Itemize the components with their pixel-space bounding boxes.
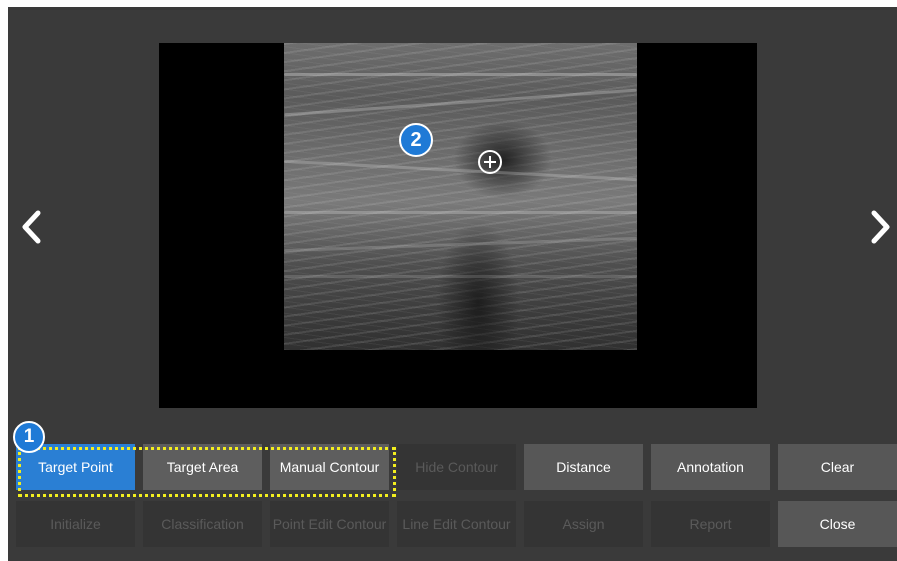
annotation-button[interactable]: Annotation xyxy=(651,444,770,490)
target-area-button[interactable]: Target Area xyxy=(143,444,262,490)
close-button[interactable]: Close xyxy=(778,501,897,547)
tissue-layer xyxy=(284,275,637,278)
chevron-right-icon[interactable] xyxy=(866,207,894,247)
line-edit-contour-button[interactable]: Line Edit Contour xyxy=(397,501,516,547)
point-edit-contour-button[interactable]: Point Edit Contour xyxy=(270,501,389,547)
tissue-layer xyxy=(284,159,637,182)
hide-contour-button[interactable]: Hide Contour xyxy=(397,444,516,490)
classification-button[interactable]: Classification xyxy=(143,501,262,547)
tissue-layer xyxy=(284,211,637,214)
manual-contour-button[interactable]: Manual Contour xyxy=(270,444,389,490)
report-button[interactable]: Report xyxy=(651,501,770,547)
ultrasound-image[interactable]: 2 xyxy=(284,43,637,350)
tissue-layer xyxy=(284,236,637,253)
tissue-layer xyxy=(284,73,637,76)
callout-badge-2: 2 xyxy=(399,123,433,157)
crosshair-plus-icon[interactable] xyxy=(475,147,505,177)
distance-button[interactable]: Distance xyxy=(524,444,643,490)
tissue-layer xyxy=(284,88,637,117)
analysis-screen: 2 Target Point Target Area Manual Contou… xyxy=(8,7,897,561)
assign-button[interactable]: Assign xyxy=(524,501,643,547)
chevron-left-icon[interactable] xyxy=(18,207,46,247)
image-viewport: 2 xyxy=(159,43,757,408)
callout-badge-1: 1 xyxy=(13,421,45,453)
initialize-button[interactable]: Initialize xyxy=(16,501,135,547)
clear-button[interactable]: Clear xyxy=(778,444,897,490)
